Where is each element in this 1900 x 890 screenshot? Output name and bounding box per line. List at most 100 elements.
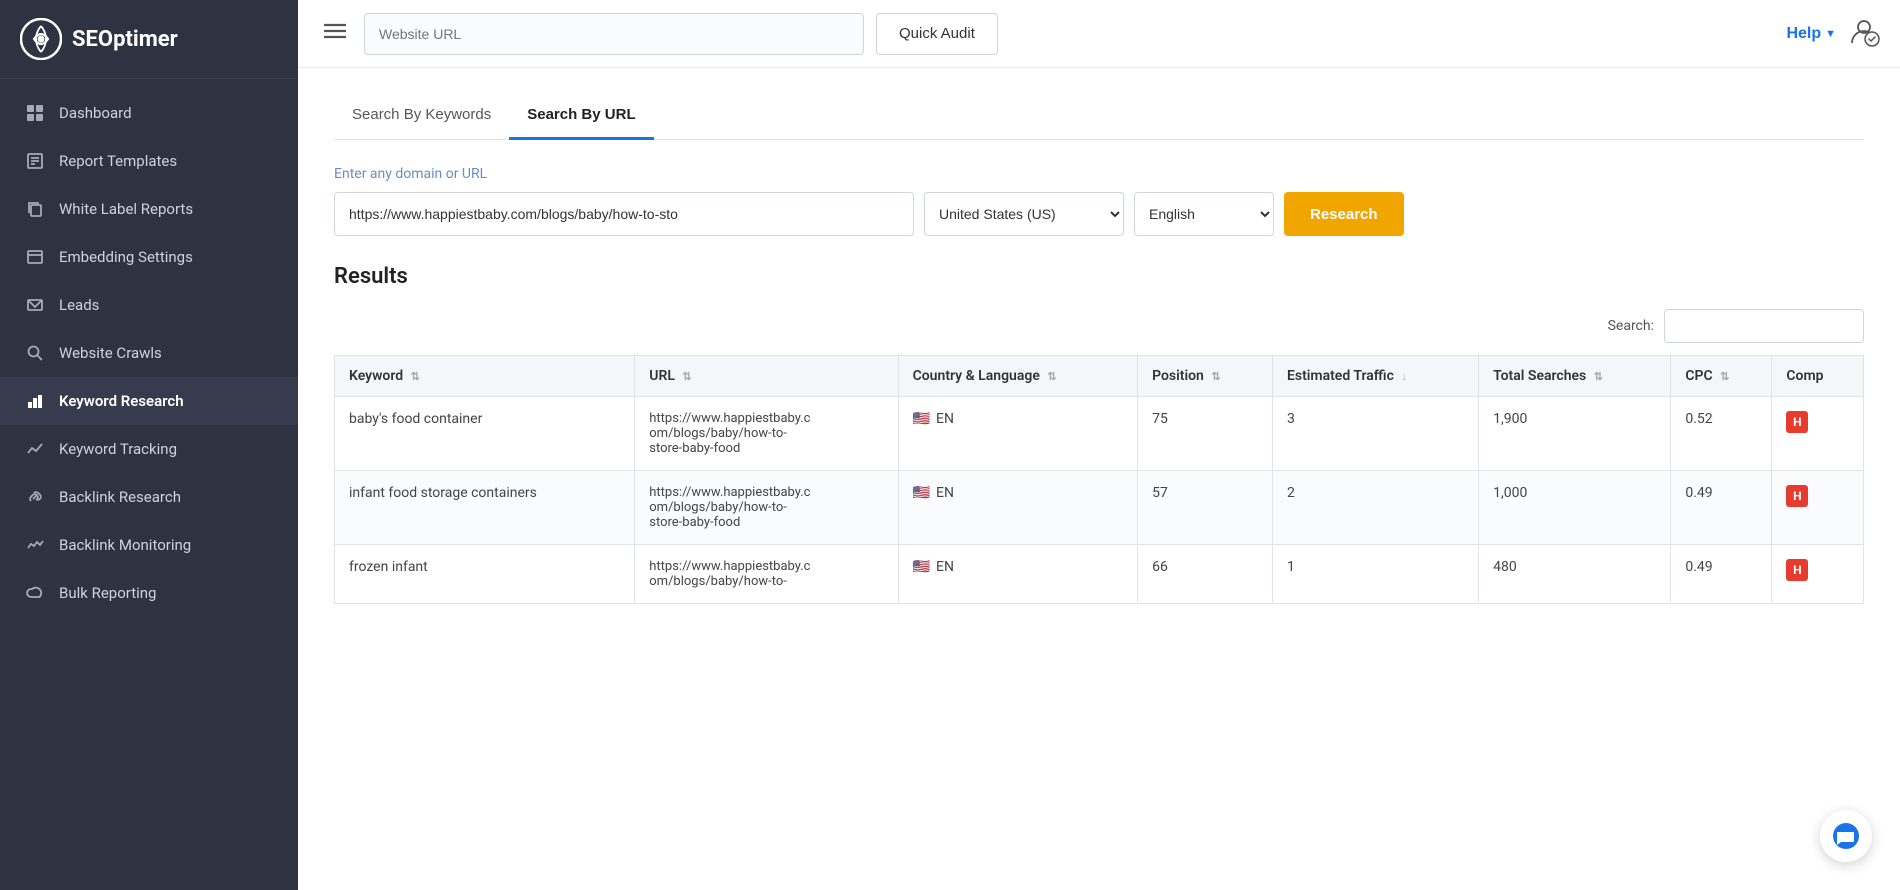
- topbar: Quick Audit Help ▼: [298, 0, 1900, 68]
- link-icon: [25, 487, 45, 507]
- search-tabs: Search By Keywords Search By URL: [334, 96, 1864, 140]
- col-country-language[interactable]: Country & Language ⇅: [898, 356, 1137, 397]
- sidebar-item-embedding-settings[interactable]: Embedding Settings: [0, 233, 298, 281]
- us-flag: 🇺🇸: [913, 559, 930, 575]
- competition-badge: H: [1786, 485, 1808, 507]
- quick-audit-button[interactable]: Quick Audit: [876, 13, 998, 55]
- cell-keyword: infant food storage containers: [335, 471, 635, 545]
- col-competition[interactable]: Comp: [1772, 356, 1864, 397]
- col-position[interactable]: Position ⇅: [1138, 356, 1273, 397]
- sort-icon: ⇅: [1047, 370, 1056, 383]
- website-url-input[interactable]: [364, 13, 864, 55]
- sidebar-item-label: Report Templates: [59, 152, 177, 170]
- cell-keyword: baby's food container: [335, 397, 635, 471]
- sidebar: SEOptimer Dashboard Report Templates Whi…: [0, 0, 298, 890]
- col-total-searches[interactable]: Total Searches ⇅: [1479, 356, 1671, 397]
- col-estimated-traffic[interactable]: Estimated Traffic ↓: [1272, 356, 1478, 397]
- cell-competition: H: [1772, 397, 1864, 471]
- sidebar-item-label: Backlink Research: [59, 488, 181, 506]
- cell-url: https://www.happiestbaby.com/blogs/baby/…: [635, 545, 898, 604]
- cell-cpc: 0.52: [1671, 397, 1772, 471]
- bar-chart-icon: [25, 391, 45, 411]
- col-cpc[interactable]: CPC ⇅: [1671, 356, 1772, 397]
- embed-icon: [25, 247, 45, 267]
- tab-search-by-keywords[interactable]: Search By Keywords: [334, 96, 509, 140]
- table-controls: Search:: [334, 309, 1864, 343]
- chat-bubble-button[interactable]: [1820, 810, 1872, 862]
- table-search-label: Search:: [1608, 318, 1654, 334]
- domain-url-input[interactable]: [334, 192, 914, 236]
- chevron-down-icon: ▼: [1825, 28, 1836, 40]
- table-row: frozen infant https://www.happiestbaby.c…: [335, 545, 1864, 604]
- sidebar-item-label: Backlink Monitoring: [59, 536, 191, 554]
- table-search-input[interactable]: [1664, 309, 1864, 343]
- cell-url: https://www.happiestbaby.com/blogs/baby/…: [635, 397, 898, 471]
- cell-cpc: 0.49: [1671, 545, 1772, 604]
- cell-traffic: 1: [1272, 545, 1478, 604]
- sidebar-item-backlink-research[interactable]: Backlink Research: [0, 473, 298, 521]
- sidebar-item-label: Keyword Tracking: [59, 440, 177, 458]
- sidebar-item-report-templates[interactable]: Report Templates: [0, 137, 298, 185]
- hamburger-button[interactable]: [318, 16, 352, 51]
- table-row: infant food storage containers https://w…: [335, 471, 1864, 545]
- sidebar-item-label: White Label Reports: [59, 200, 193, 218]
- cloud-icon: [25, 583, 45, 603]
- sidebar-item-label: Leads: [59, 296, 99, 314]
- sidebar-item-leads[interactable]: Leads: [0, 281, 298, 329]
- col-url[interactable]: URL ⇅: [635, 356, 898, 397]
- cell-traffic: 3: [1272, 397, 1478, 471]
- cell-position: 75: [1138, 397, 1273, 471]
- language-select[interactable]: English Spanish French German: [1134, 192, 1274, 236]
- sort-icon: ↓: [1401, 370, 1407, 383]
- search-icon: [25, 343, 45, 363]
- sidebar-item-bulk-reporting[interactable]: Bulk Reporting: [0, 569, 298, 617]
- sort-icon: ⇅: [411, 370, 420, 383]
- sidebar-item-dashboard[interactable]: Dashboard: [0, 89, 298, 137]
- tab-search-by-url[interactable]: Search By URL: [509, 96, 653, 140]
- sidebar-item-white-label-reports[interactable]: White Label Reports: [0, 185, 298, 233]
- col-keyword[interactable]: Keyword ⇅: [335, 356, 635, 397]
- cell-competition: H: [1772, 471, 1864, 545]
- search-section: Enter any domain or URL United States (U…: [334, 166, 1864, 236]
- cell-keyword: frozen infant: [335, 545, 635, 604]
- tracking-icon: [25, 439, 45, 459]
- logo-icon: [20, 18, 62, 60]
- table-row: baby's food container https://www.happie…: [335, 397, 1864, 471]
- competition-badge: H: [1786, 411, 1808, 433]
- sidebar-item-label: Bulk Reporting: [59, 584, 156, 602]
- search-hint: Enter any domain or URL: [334, 166, 1864, 182]
- user-avatar-button[interactable]: [1848, 15, 1880, 53]
- sidebar-item-label: Website Crawls: [59, 344, 162, 362]
- brand-name: SEOptimer: [72, 27, 178, 52]
- copy-icon: [25, 199, 45, 219]
- content-area: Search By Keywords Search By URL Enter a…: [298, 68, 1900, 890]
- help-button[interactable]: Help ▼: [1786, 25, 1836, 43]
- sidebar-item-keyword-research[interactable]: Keyword Research: [0, 377, 298, 425]
- logo-area: SEOptimer: [0, 0, 298, 79]
- cell-url: https://www.happiestbaby.com/blogs/baby/…: [635, 471, 898, 545]
- cell-country-language: 🇺🇸 EN: [898, 471, 1137, 545]
- cell-traffic: 2: [1272, 471, 1478, 545]
- competition-badge: H: [1786, 559, 1808, 581]
- cell-searches: 480: [1479, 545, 1671, 604]
- edit-icon: [25, 151, 45, 171]
- research-button[interactable]: Research: [1284, 192, 1404, 236]
- us-flag: 🇺🇸: [913, 411, 930, 427]
- sidebar-nav: Dashboard Report Templates White Label R…: [0, 79, 298, 890]
- sort-icon: ⇅: [1594, 370, 1603, 383]
- cell-country-language: 🇺🇸 EN: [898, 397, 1137, 471]
- sort-icon: ⇅: [682, 370, 691, 383]
- cell-searches: 1,000: [1479, 471, 1671, 545]
- results-section: Results Search: Keyword ⇅ URL ⇅: [334, 264, 1864, 604]
- sidebar-item-keyword-tracking[interactable]: Keyword Tracking: [0, 425, 298, 473]
- cell-competition: H: [1772, 545, 1864, 604]
- cell-searches: 1,900: [1479, 397, 1671, 471]
- cell-position: 66: [1138, 545, 1273, 604]
- results-title: Results: [334, 264, 1864, 289]
- results-table: Keyword ⇅ URL ⇅ Country & Language ⇅ P: [334, 355, 1864, 604]
- country-select[interactable]: United States (US) United Kingdom (UK) C…: [924, 192, 1124, 236]
- sidebar-item-backlink-monitoring[interactable]: Backlink Monitoring: [0, 521, 298, 569]
- sidebar-item-label: Keyword Research: [59, 392, 184, 410]
- search-row: United States (US) United Kingdom (UK) C…: [334, 192, 1864, 236]
- sidebar-item-website-crawls[interactable]: Website Crawls: [0, 329, 298, 377]
